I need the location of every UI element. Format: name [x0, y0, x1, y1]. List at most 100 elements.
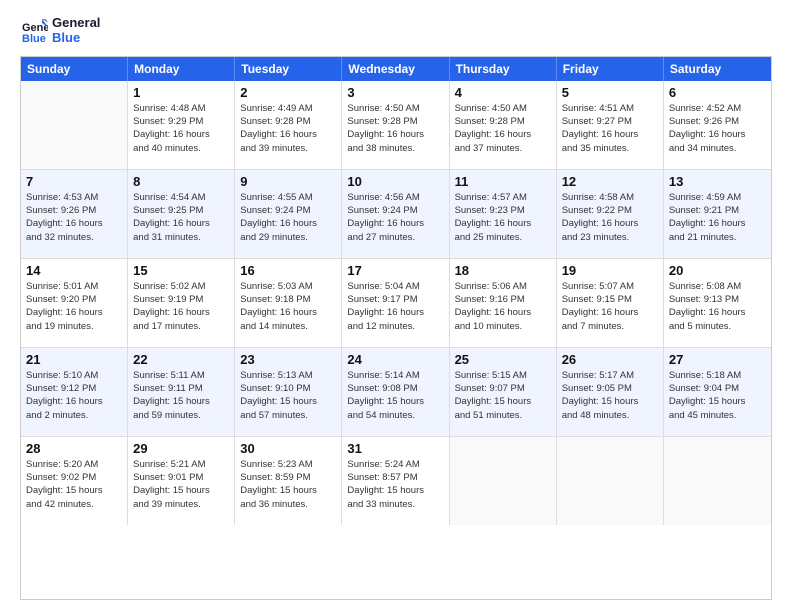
day-info-line: Daylight: 16 hours	[347, 217, 443, 230]
day-info-line: Sunset: 9:07 PM	[455, 382, 551, 395]
day-info-line: Sunset: 9:05 PM	[562, 382, 658, 395]
day-info-line: Sunset: 9:20 PM	[26, 293, 122, 306]
day-info-line: Sunset: 9:11 PM	[133, 382, 229, 395]
calendar-day-cell: 24Sunrise: 5:14 AMSunset: 9:08 PMDayligh…	[342, 348, 449, 436]
calendar-day-cell: 20Sunrise: 5:08 AMSunset: 9:13 PMDayligh…	[664, 259, 771, 347]
day-info-line: Daylight: 16 hours	[562, 217, 658, 230]
day-info-line: Sunrise: 5:01 AM	[26, 280, 122, 293]
day-info-line: Sunrise: 4:57 AM	[455, 191, 551, 204]
day-info-line: Sunrise: 4:50 AM	[347, 102, 443, 115]
day-info-line: Sunset: 9:26 PM	[26, 204, 122, 217]
calendar-header-cell: Thursday	[450, 57, 557, 81]
day-number: 7	[26, 174, 122, 189]
day-number: 3	[347, 85, 443, 100]
day-info-line: Sunrise: 5:10 AM	[26, 369, 122, 382]
day-info-line: Sunset: 9:28 PM	[455, 115, 551, 128]
day-number: 28	[26, 441, 122, 456]
day-info-line: Sunset: 8:59 PM	[240, 471, 336, 484]
day-info-line: Sunrise: 4:53 AM	[26, 191, 122, 204]
day-number: 10	[347, 174, 443, 189]
calendar-empty-cell	[557, 437, 664, 525]
day-info-line: Sunset: 9:25 PM	[133, 204, 229, 217]
day-number: 16	[240, 263, 336, 278]
calendar-day-cell: 9Sunrise: 4:55 AMSunset: 9:24 PMDaylight…	[235, 170, 342, 258]
day-number: 19	[562, 263, 658, 278]
day-number: 25	[455, 352, 551, 367]
day-info-line: and 54 minutes.	[347, 409, 443, 422]
day-info-line: Daylight: 16 hours	[455, 128, 551, 141]
day-info-line: Daylight: 16 hours	[669, 306, 766, 319]
calendar-day-cell: 7 Sunrise: 4:53 AMSunset: 9:26 PMDaylight…	[21, 170, 128, 258]
day-info-line: Daylight: 16 hours	[133, 217, 229, 230]
day-info-line: Sunset: 9:08 PM	[347, 382, 443, 395]
day-info-line: Sunrise: 4:56 AM	[347, 191, 443, 204]
day-info-line: Sunrise: 5:02 AM	[133, 280, 229, 293]
day-number: 23	[240, 352, 336, 367]
day-info-line: Sunrise: 5:15 AM	[455, 369, 551, 382]
day-number: 4	[455, 85, 551, 100]
calendar-day-cell: 14Sunrise: 5:01 AMSunset: 9:20 PMDayligh…	[21, 259, 128, 347]
day-number: 1	[133, 85, 229, 100]
day-info-line: Sunset: 9:23 PM	[455, 204, 551, 217]
day-info-line: Sunrise: 5:07 AM	[562, 280, 658, 293]
day-info-line: and 2 minutes.	[26, 409, 122, 422]
day-info-line: Sunset: 9:13 PM	[669, 293, 766, 306]
calendar-day-cell: 30Sunrise: 5:23 AMSunset: 8:59 PMDayligh…	[235, 437, 342, 525]
day-info-line: Sunrise: 4:49 AM	[240, 102, 336, 115]
calendar-day-cell: 4 Sunrise: 4:50 AMSunset: 9:28 PMDaylight…	[450, 81, 557, 169]
day-info-line: Sunrise: 4:55 AM	[240, 191, 336, 204]
calendar-day-cell: 13Sunrise: 4:59 AMSunset: 9:21 PMDayligh…	[664, 170, 771, 258]
day-info-line: and 7 minutes.	[562, 320, 658, 333]
day-info-line: Sunset: 9:17 PM	[347, 293, 443, 306]
day-info-line: Sunrise: 5:23 AM	[240, 458, 336, 471]
day-number: 14	[26, 263, 122, 278]
day-number: 12	[562, 174, 658, 189]
calendar-day-cell: 31Sunrise: 5:24 AMSunset: 8:57 PMDayligh…	[342, 437, 449, 525]
calendar-day-cell: 15Sunrise: 5:02 AMSunset: 9:19 PMDayligh…	[128, 259, 235, 347]
calendar-week-row: 28Sunrise: 5:20 AMSunset: 9:02 PMDayligh…	[21, 437, 771, 525]
day-info-line: Sunset: 9:12 PM	[26, 382, 122, 395]
day-number: 15	[133, 263, 229, 278]
day-info-line: Sunset: 9:28 PM	[347, 115, 443, 128]
logo-line2: Blue	[52, 31, 100, 46]
day-info-line: Daylight: 15 hours	[26, 484, 122, 497]
day-info-line: Sunrise: 4:48 AM	[133, 102, 229, 115]
day-info-line: Daylight: 16 hours	[562, 128, 658, 141]
day-info-line: and 32 minutes.	[26, 231, 122, 244]
calendar-body: 1Sunrise: 4:48 AMSunset: 9:29 PMDaylight…	[21, 81, 771, 525]
day-info-line: Sunset: 9:21 PM	[669, 204, 766, 217]
day-info-line: Daylight: 16 hours	[26, 217, 122, 230]
calendar-day-cell: 21Sunrise: 5:10 AMSunset: 9:12 PMDayligh…	[21, 348, 128, 436]
day-info-line: and 45 minutes.	[669, 409, 766, 422]
day-info-line: and 10 minutes.	[455, 320, 551, 333]
day-number: 11	[455, 174, 551, 189]
day-info-line: Sunrise: 4:50 AM	[455, 102, 551, 115]
day-info-line: Sunset: 9:01 PM	[133, 471, 229, 484]
day-info-line: Sunset: 9:04 PM	[669, 382, 766, 395]
day-info-line: Daylight: 16 hours	[347, 128, 443, 141]
calendar-day-cell: 2Sunrise: 4:49 AMSunset: 9:28 PMDaylight…	[235, 81, 342, 169]
day-info-line: Sunset: 9:26 PM	[669, 115, 766, 128]
day-info-line: Daylight: 16 hours	[562, 306, 658, 319]
calendar-header-cell: Monday	[128, 57, 235, 81]
day-info-line: and 12 minutes.	[347, 320, 443, 333]
header: General Blue General Blue	[20, 16, 772, 46]
logo-line1: General	[52, 16, 100, 31]
day-number: 9	[240, 174, 336, 189]
calendar: SundayMondayTuesdayWednesdayThursdayFrid…	[20, 56, 772, 600]
day-number: 17	[347, 263, 443, 278]
svg-text:Blue: Blue	[22, 33, 46, 45]
calendar-header-cell: Friday	[557, 57, 664, 81]
day-info-line: and 36 minutes.	[240, 498, 336, 511]
calendar-day-cell: 22Sunrise: 5:11 AMSunset: 9:11 PMDayligh…	[128, 348, 235, 436]
day-info-line: Sunrise: 4:54 AM	[133, 191, 229, 204]
day-info-line: Daylight: 16 hours	[133, 128, 229, 141]
calendar-week-row: 21Sunrise: 5:10 AMSunset: 9:12 PMDayligh…	[21, 348, 771, 437]
day-info-line: and 29 minutes.	[240, 231, 336, 244]
day-info-line: Daylight: 15 hours	[347, 395, 443, 408]
day-info-line: Sunrise: 5:20 AM	[26, 458, 122, 471]
day-info-line: and 38 minutes.	[347, 142, 443, 155]
day-info-line: and 14 minutes.	[240, 320, 336, 333]
day-number: 2	[240, 85, 336, 100]
day-number: 27	[669, 352, 766, 367]
